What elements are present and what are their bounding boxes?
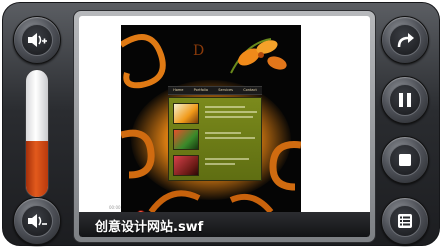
pause-button[interactable] (381, 76, 429, 124)
volume-slider[interactable] (25, 69, 49, 198)
preview-nav-item: Portfolio (193, 87, 209, 92)
playlist-icon (389, 205, 421, 237)
playlist-button[interactable] (381, 197, 429, 245)
pause-icon (389, 84, 421, 116)
volume-up-button[interactable] (13, 16, 61, 64)
volume-up-icon (21, 24, 53, 56)
svg-text:D: D (193, 43, 204, 59)
stop-icon (389, 144, 421, 176)
flash-preview: D Home Portfolio Services Contact (121, 25, 301, 212)
time-label: 00:00 (109, 205, 121, 210)
file-name: 创意设计网站.swf (95, 220, 204, 235)
preview-nav: Home Portfolio Services Contact (168, 86, 262, 95)
volume-down-icon (21, 205, 53, 237)
preview-content-panel (168, 97, 262, 181)
player-shell: D Home Portfolio Services Contact 00:00 … (2, 2, 440, 246)
right-controls (371, 3, 439, 245)
screen-frame: D Home Portfolio Services Contact 00:00 … (73, 10, 376, 243)
preview-nav-item: Home (173, 87, 184, 92)
preview-nav-item: Contact (243, 87, 257, 92)
volume-fill (26, 141, 48, 197)
filename-bar: 创意设计网站.swf (79, 212, 370, 237)
preview-thumbnail (173, 155, 199, 176)
left-controls (3, 3, 71, 245)
video-screen[interactable]: D Home Portfolio Services Contact 00:00 … (79, 16, 370, 237)
replay-button[interactable] (381, 16, 429, 64)
preview-nav-item: Services (218, 87, 234, 92)
flower-graphic (230, 38, 287, 74)
stop-button[interactable] (381, 136, 429, 184)
replay-icon (389, 24, 421, 56)
volume-down-button[interactable] (13, 197, 61, 245)
preview-thumbnail (173, 129, 199, 150)
preview-thumbnail (173, 103, 199, 124)
